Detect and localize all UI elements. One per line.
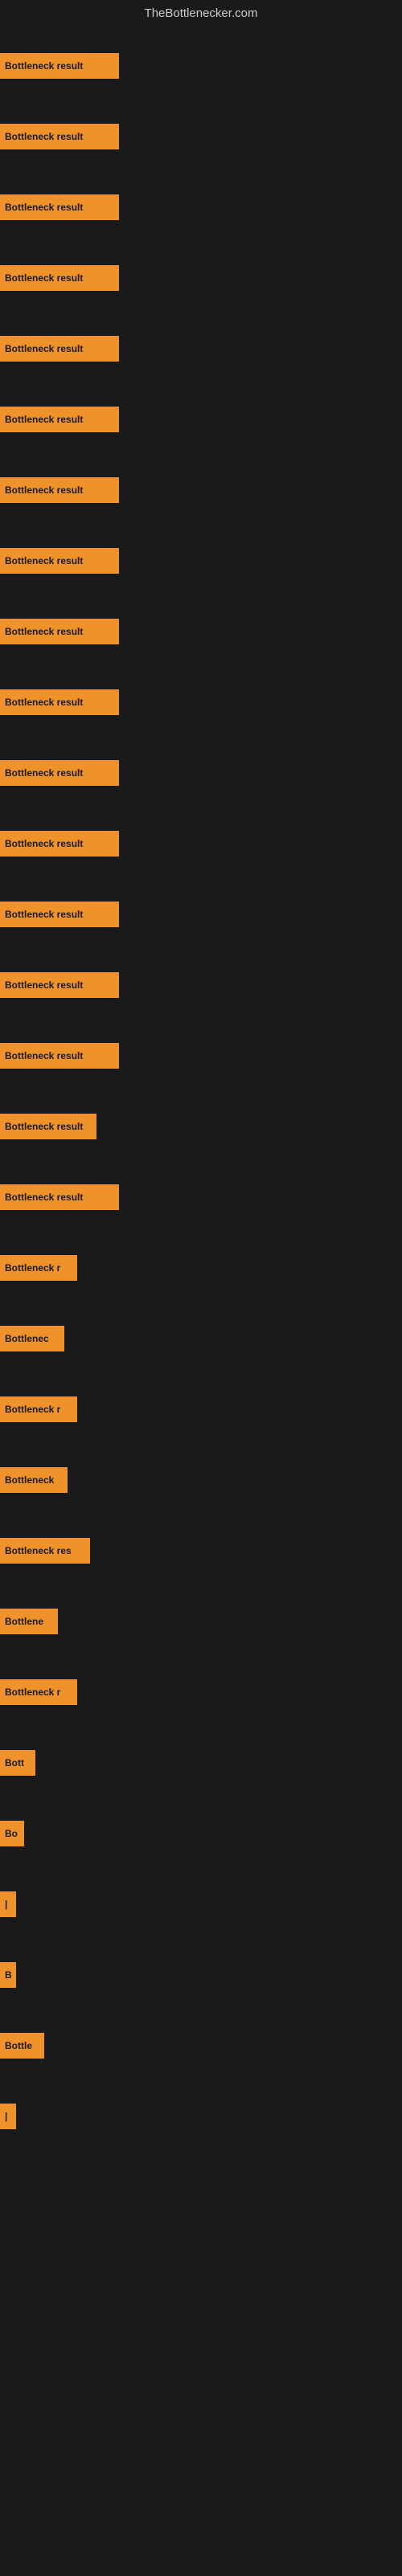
result-bar: Bottlenec: [0, 1326, 64, 1351]
result-bar: Bottleneck res: [0, 1538, 90, 1564]
bar-row: Bottleneck result: [0, 525, 402, 596]
bar-row: Bottleneck res: [0, 1515, 402, 1586]
bar-label: Bo: [5, 1828, 18, 1839]
bar-row: Bo: [0, 1798, 402, 1869]
bar-row: Bottleneck result: [0, 1020, 402, 1091]
bar-label: Bottleneck result: [5, 838, 83, 849]
bar-row: Bottleneck result: [0, 596, 402, 667]
bar-row: Bottleneck result: [0, 101, 402, 172]
bar-label: |: [5, 1899, 7, 1910]
result-bar: Bottleneck r: [0, 1255, 77, 1281]
result-bar: Bottleneck result: [0, 548, 119, 574]
bar-label: Bottleneck result: [5, 202, 83, 213]
bar-row: Bottlenec: [0, 1303, 402, 1374]
result-bar: Bottleneck result: [0, 407, 119, 432]
bar-row: Bottleneck result: [0, 667, 402, 738]
bar-row: Bottleneck result: [0, 1091, 402, 1162]
result-bar: Bottleneck result: [0, 1114, 96, 1139]
bar-label: Bottleneck result: [5, 60, 83, 72]
result-bar: Bottleneck result: [0, 477, 119, 503]
bar-row: Bottleneck result: [0, 243, 402, 313]
result-bar: Bottleneck r: [0, 1396, 77, 1422]
result-bar: Bottleneck result: [0, 1043, 119, 1069]
site-title: TheBottlenecker.com: [145, 6, 258, 20]
bar-row: Bott: [0, 1728, 402, 1798]
result-bar: Bottleneck: [0, 1467, 68, 1493]
bar-label: Bottleneck result: [5, 1121, 83, 1132]
bar-row: Bottleneck result: [0, 738, 402, 808]
bar-row: [0, 2435, 402, 2505]
bar-label: Bottleneck result: [5, 131, 83, 142]
bar-label: Bottleneck result: [5, 272, 83, 284]
bar-row: |: [0, 1869, 402, 1940]
result-bar: Bott: [0, 1750, 35, 1776]
bar-row: |: [0, 2081, 402, 2152]
bar-label: Bottleneck result: [5, 697, 83, 708]
result-bar: Bottleneck result: [0, 265, 119, 291]
bar-row: Bottleneck result: [0, 455, 402, 525]
bar-label: Bottleneck result: [5, 1050, 83, 1061]
result-bar: Bottleneck result: [0, 760, 119, 786]
bar-label: Bottleneck result: [5, 909, 83, 920]
bar-label: Bottleneck result: [5, 979, 83, 991]
bar-row: [0, 2152, 402, 2222]
bar-label: Bottleneck r: [5, 1687, 60, 1698]
bar-label: Bottleneck result: [5, 1192, 83, 1203]
result-bar: Bottleneck r: [0, 1679, 77, 1705]
bar-label: Bottleneck result: [5, 555, 83, 566]
bar-row: Bottlene: [0, 1586, 402, 1657]
bar-row: Bottleneck result: [0, 1162, 402, 1233]
bar-label: Bottleneck result: [5, 485, 83, 496]
result-bar: Bottleneck result: [0, 619, 119, 644]
bar-row: Bottle: [0, 2010, 402, 2081]
result-bar: |: [0, 1891, 16, 1917]
bar-label: |: [5, 2111, 7, 2122]
bar-label: Bottlenec: [5, 1333, 49, 1344]
result-bar: Bottleneck result: [0, 972, 119, 998]
bar-label: Bottleneck r: [5, 1262, 60, 1274]
bar-row: [0, 2364, 402, 2435]
bar-row: B: [0, 1940, 402, 2010]
bar-row: Bottleneck result: [0, 808, 402, 879]
bar-label: Bottleneck: [5, 1474, 54, 1486]
bar-row: [0, 2222, 402, 2293]
bar-label: Bottleneck result: [5, 414, 83, 425]
result-bar: Bottle: [0, 2033, 44, 2059]
result-bar: Bottleneck result: [0, 689, 119, 715]
bar-row: Bottleneck: [0, 1445, 402, 1515]
bar-row: Bottleneck result: [0, 31, 402, 101]
bar-row: Bottleneck r: [0, 1374, 402, 1445]
result-bar: Bottleneck result: [0, 902, 119, 927]
bar-label: Bottleneck result: [5, 767, 83, 779]
result-bar: Bottleneck result: [0, 831, 119, 857]
bar-label: Bottleneck res: [5, 1545, 72, 1556]
bar-row: Bottleneck result: [0, 313, 402, 384]
bar-label: Bott: [5, 1757, 24, 1768]
bar-label: Bottlene: [5, 1616, 43, 1627]
bar-row: [0, 2505, 402, 2576]
result-bar: |: [0, 2104, 16, 2129]
chart-area: Bottleneck result Bottleneck result Bottle…: [0, 31, 402, 2576]
result-bar: Bottleneck result: [0, 336, 119, 362]
result-bar: Bottleneck result: [0, 1184, 119, 1210]
bar-row: Bottleneck r: [0, 1657, 402, 1728]
result-bar: Bo: [0, 1821, 24, 1846]
page-header: TheBottlenecker.com: [0, 0, 402, 31]
result-bar: Bottlene: [0, 1609, 58, 1634]
bar-label: Bottleneck r: [5, 1404, 60, 1415]
bar-label: Bottleneck result: [5, 626, 83, 637]
bar-row: Bottleneck result: [0, 950, 402, 1020]
result-bar: Bottleneck result: [0, 124, 119, 149]
result-bar: Bottleneck result: [0, 53, 119, 79]
bar-row: Bottleneck result: [0, 879, 402, 950]
bar-label: Bottleneck result: [5, 343, 83, 354]
bar-row: Bottleneck result: [0, 172, 402, 243]
result-bar: Bottleneck result: [0, 194, 119, 220]
bar-label: Bottle: [5, 2040, 32, 2051]
bar-row: Bottleneck r: [0, 1233, 402, 1303]
bar-row: Bottleneck result: [0, 384, 402, 455]
bar-row: [0, 2293, 402, 2364]
bar-label: B: [5, 1969, 12, 1981]
result-bar: B: [0, 1962, 16, 1988]
